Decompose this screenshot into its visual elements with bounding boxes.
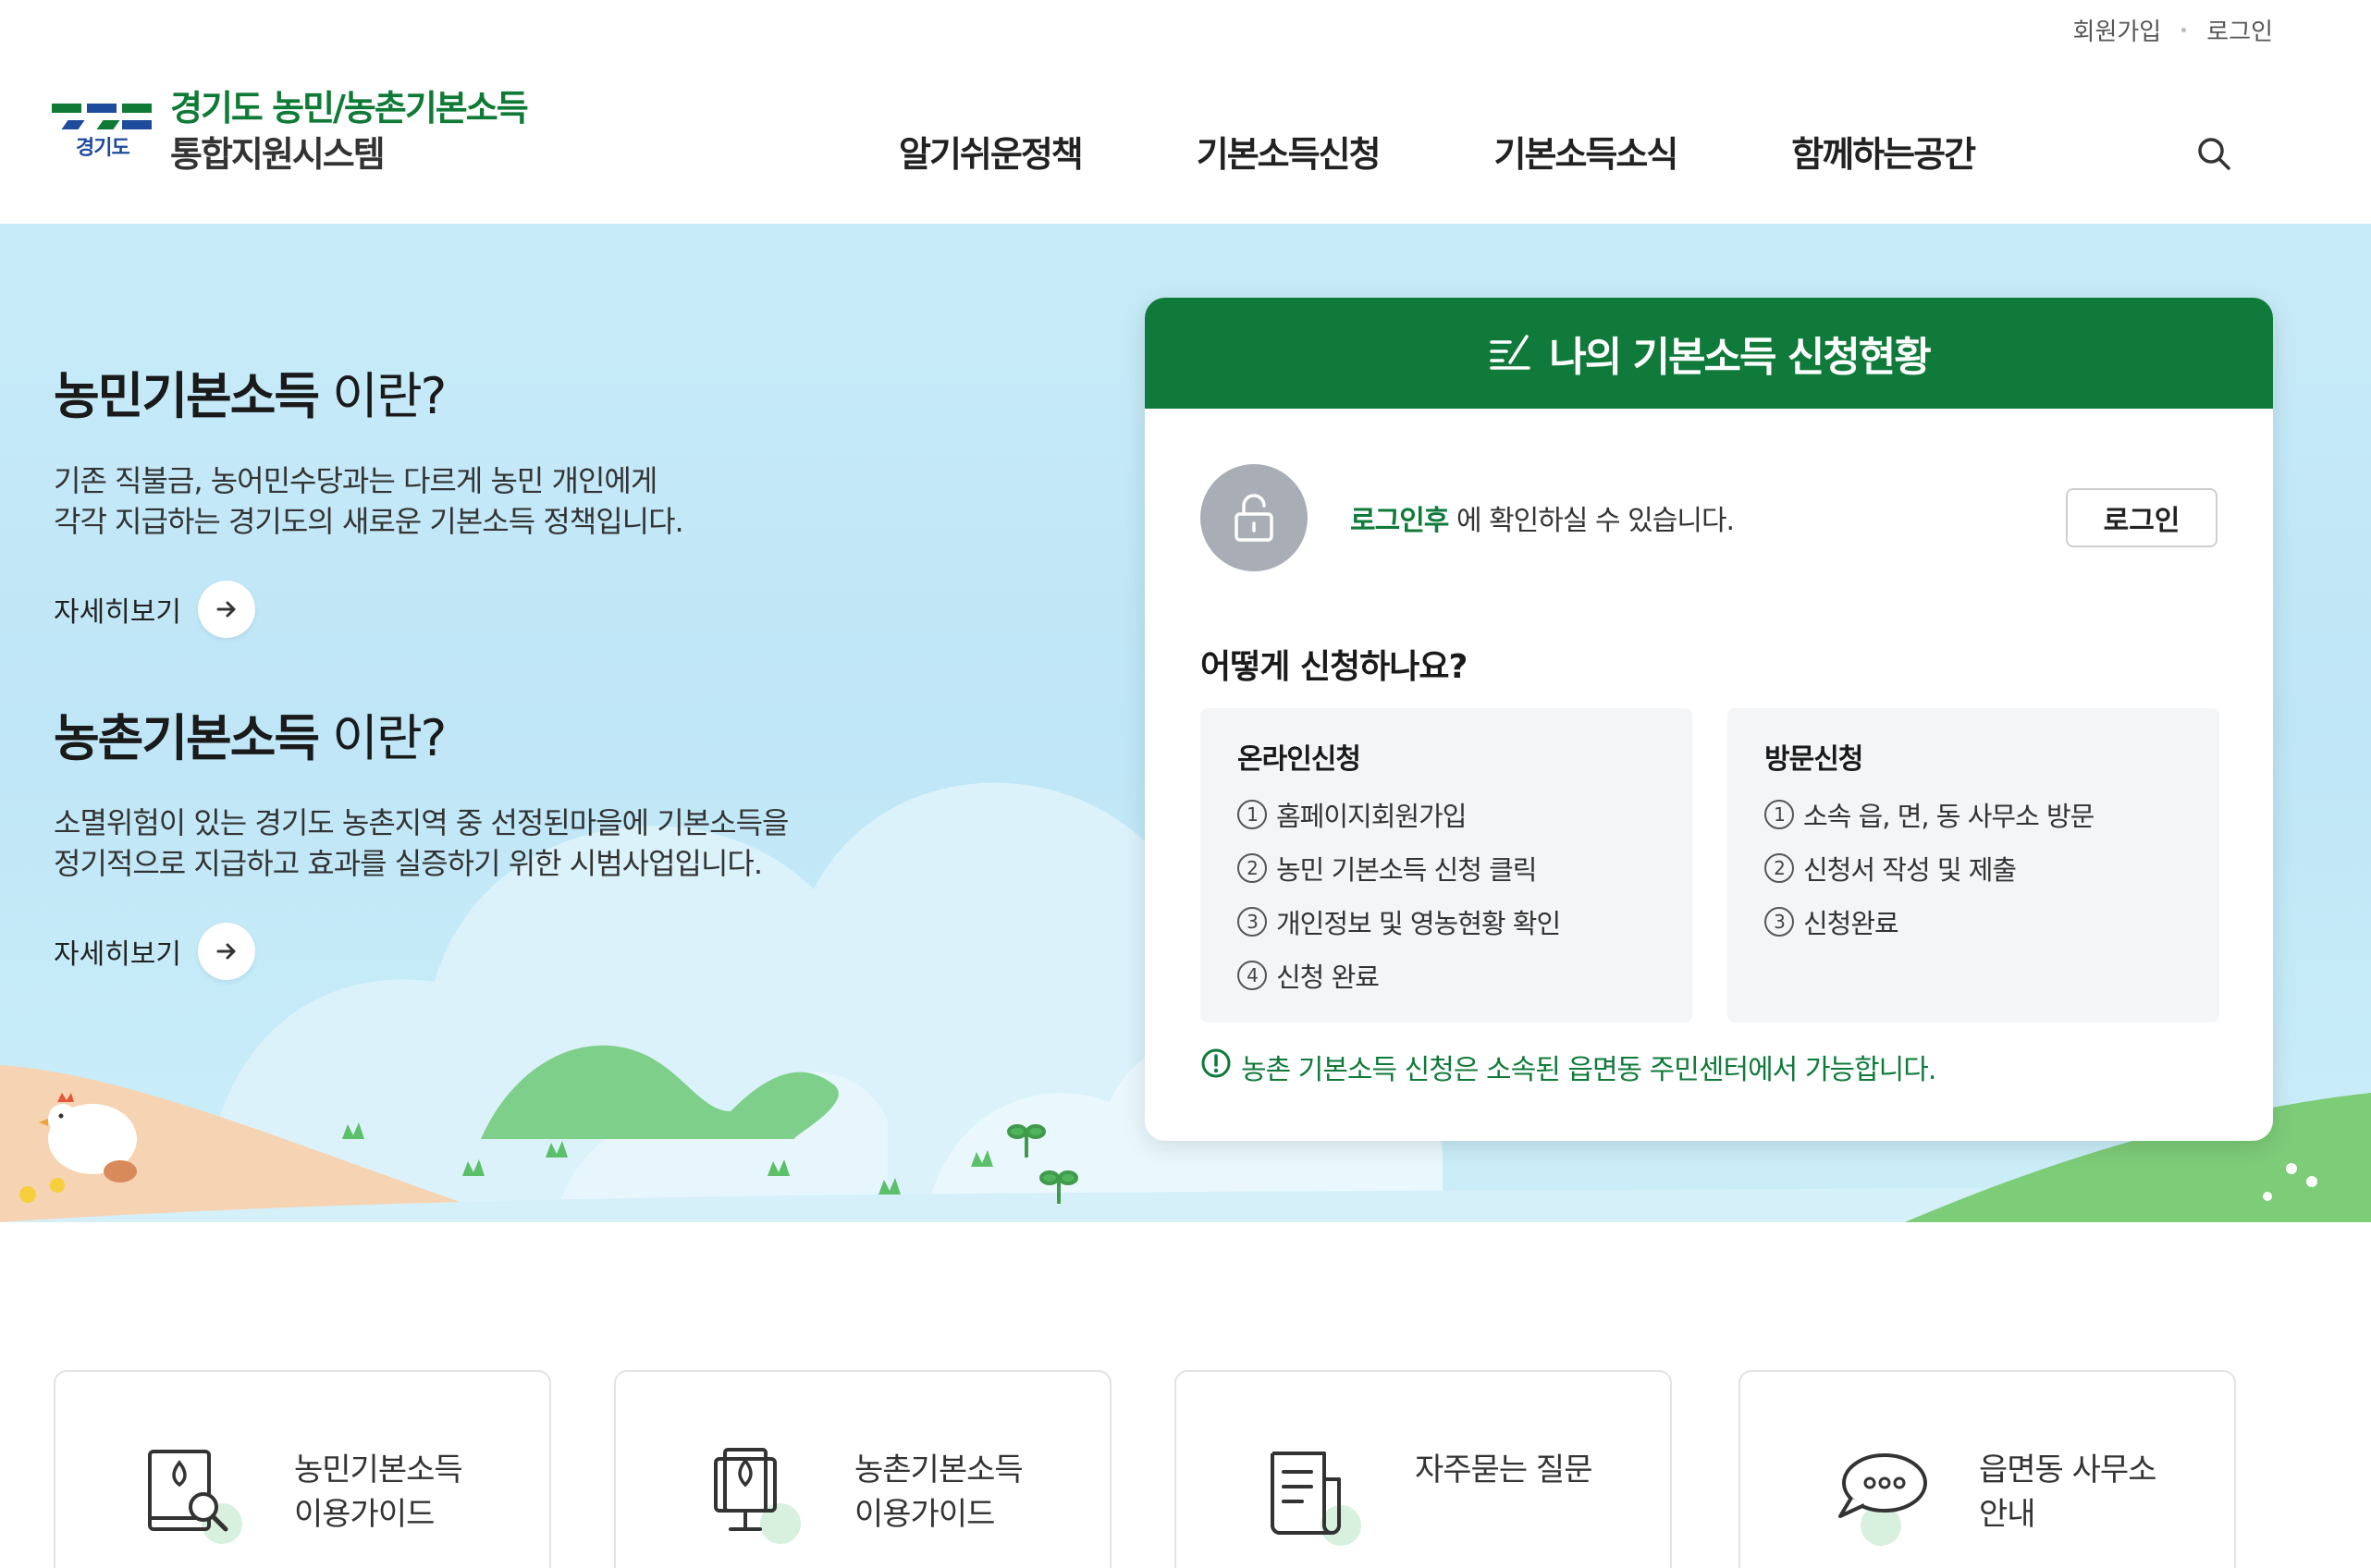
card-faq[interactable]: 자주묻는 질문 <box>1174 1370 1672 1568</box>
card-label-line2: 안내 <box>1979 1496 2036 1533</box>
main-nav: 알기쉬운정책 기본소득신청 기본소득소식 함께하는공간 <box>899 126 1976 177</box>
site-logo[interactable]: 경기도 경기도 농민/농촌기본소득 통합지원시스템 <box>52 85 529 178</box>
step-text: 신청 완료 <box>1276 962 1380 993</box>
card-label-line1: 농민기본소득 <box>294 1452 463 1488</box>
nav-policy[interactable]: 알기쉬운정책 <box>899 126 1084 177</box>
rural-income-title-suffix: 이란? <box>318 709 447 767</box>
panel-login-button[interactable]: 로그인 <box>2066 488 2217 547</box>
card-label-line1: 농촌기본소득 <box>854 1452 1024 1488</box>
rural-desc-line1: 소멸위험이 있는 경기도 농촌지역 중 선정된마을에 기본소득을 <box>54 805 789 840</box>
card-label: 농촌기본소득 이용가이드 <box>854 1448 1024 1537</box>
step-number: 2 <box>1764 853 1794 883</box>
online-step: 2 농민 기본소득 신청 클릭 <box>1237 841 1655 895</box>
online-step: 1 홈페이지회원가입 <box>1237 788 1655 841</box>
farmer-income-description: 기존 직불금, 농어민수당과는 다르게 농민 개인에게 각각 지급하는 경기도의… <box>54 460 684 542</box>
online-step: 3 개인정보 및 영농현황 확인 <box>1237 895 1655 949</box>
list-edit-icon <box>1488 331 1532 375</box>
login-message-highlight: 로그인후 <box>1350 505 1449 537</box>
card-label: 농민기본소득 이용가이드 <box>294 1448 463 1537</box>
card-label-line1: 읍면동 사무소 <box>1979 1452 2156 1488</box>
logo-title-line1: 경기도 농민/농촌기본소득 <box>170 88 529 129</box>
step-number: 3 <box>1764 907 1794 937</box>
online-application-box: 온라인신청 1 홈페이지회원가입 2 농민 기본소득 신청 클릭 3 개인정보 및 영… <box>1200 708 1692 1023</box>
rural-income-description: 소멸위험이 있는 경기도 농촌지역 중 선정된마을에 기본소득을 정기적으로 지… <box>54 802 789 884</box>
rural-income-title: 농촌기본소득 <box>54 709 320 767</box>
monitor-leaf-icon <box>706 1446 808 1548</box>
step-text: 농민 기본소득 신청 클릭 <box>1276 854 1537 886</box>
step-number: 1 <box>1237 800 1267 829</box>
card-label-line1: 자주묻는 질문 <box>1415 1452 1592 1488</box>
how-to-apply-title: 어떻게 신청하나요? <box>1200 648 1468 686</box>
step-number: 3 <box>1237 907 1267 937</box>
farmer-income-intro: 농민기본소득 이란? 기존 직불금, 농어민수당과는 다르게 농민 개인에게 각… <box>54 364 684 638</box>
nav-apply[interactable]: 기본소득신청 <box>1197 126 1382 177</box>
card-label-line2: 이용가이드 <box>294 1496 435 1533</box>
card-rural-guide[interactable]: 농촌기본소득 이용가이드 <box>614 1370 1112 1568</box>
visit-step: 2 신청서 작성 및 제출 <box>1764 841 2182 895</box>
step-text: 신청서 작성 및 제출 <box>1803 854 2017 886</box>
emblem-text: 경기도 <box>76 137 130 160</box>
exclamation-circle-icon <box>1200 1047 1232 1086</box>
step-text: 개인정보 및 영농현황 확인 <box>1276 908 1561 939</box>
step-text: 홈페이지회원가입 <box>1276 801 1467 832</box>
logo-text: 경기도 농민/농촌기본소득 통합지원시스템 <box>170 85 529 178</box>
card-label: 자주묻는 질문 <box>1415 1448 1592 1492</box>
visit-application-box: 방문신청 1 소속 읍, 면, 동 사무소 방문 2 신청서 작성 및 제출 3 신청… <box>1727 708 2219 1023</box>
rural-notice: 농촌 기본소득 신청은 소속된 읍면동 주민센터에서 가능합니다. <box>1200 1047 1936 1087</box>
nav-news[interactable]: 기본소득소식 <box>1494 126 1679 177</box>
card-label: 읍면동 사무소 안내 <box>1979 1448 2156 1537</box>
login-row: 로그인후 에 확인하실 수 있습니다. 로그인 <box>1200 464 2217 571</box>
search-icon[interactable] <box>2195 135 2232 172</box>
gyeonggi-emblem-icon: 경기도 <box>52 85 154 168</box>
farmer-income-heading: 농민기본소득 이란? <box>54 364 683 429</box>
card-office-info[interactable]: 읍면동 사무소 안내 <box>1738 1370 2236 1568</box>
top-links: 회원가입 로그인 <box>2073 13 2273 47</box>
visit-step: 3 신청완료 <box>1764 895 2182 949</box>
step-number: 1 <box>1764 800 1794 829</box>
farmer-more-label: 자세히보기 <box>54 596 181 629</box>
farmer-income-title-suffix: 이란? <box>318 367 447 425</box>
logo-title-line2: 통합지원시스템 <box>170 134 386 175</box>
farmer-more-link[interactable]: 자세히보기 <box>54 581 683 638</box>
arrow-right-icon[interactable] <box>198 581 255 638</box>
rural-income-intro: 농촌기본소득 이란? 소멸위험이 있는 경기도 농촌지역 중 선정된마을에 기본… <box>54 706 789 980</box>
online-step: 4 신청 완료 <box>1237 949 1655 1002</box>
panel-header: 나의 기본소득 신청현황 <box>1145 298 2273 409</box>
farmer-income-title: 농민기본소득 <box>54 367 320 425</box>
login-link[interactable]: 로그인 <box>2206 13 2273 47</box>
step-number: 4 <box>1237 961 1267 990</box>
unlock-icon <box>1200 464 1308 571</box>
arrow-right-icon[interactable] <box>198 923 255 980</box>
book-search-icon <box>146 1446 248 1548</box>
step-text: 신청완료 <box>1803 908 1899 939</box>
online-application-title: 온라인신청 <box>1237 743 1361 776</box>
rural-more-link[interactable]: 자세히보기 <box>54 923 788 980</box>
rural-income-heading: 농촌기본소득 이란? <box>54 706 788 771</box>
nav-community[interactable]: 함께하는공간 <box>1791 126 1976 177</box>
separator-dot <box>2181 28 2187 32</box>
signup-link[interactable]: 회원가입 <box>2073 13 2162 47</box>
step-number: 2 <box>1237 853 1267 883</box>
rural-notice-text: 농촌 기본소득 신청은 소속된 읍면동 주민센터에서 가능합니다. <box>1241 1054 1936 1086</box>
visit-application-title: 방문신청 <box>1764 743 1863 776</box>
document-icon <box>1267 1446 1369 1548</box>
rural-desc-line2: 정기적으로 지급하고 효과를 실증하기 위한 시범사업입니다. <box>54 846 763 881</box>
login-message: 로그인후 에 확인하실 수 있습니다. <box>1350 497 1735 538</box>
card-farmer-guide[interactable]: 농민기본소득 이용가이드 <box>54 1370 551 1568</box>
card-label-line2: 이용가이드 <box>854 1496 995 1533</box>
chat-bubble-icon <box>1831 1446 1933 1548</box>
farmer-desc-line1: 기존 직불금, 농어민수당과는 다르게 농민 개인에게 <box>54 463 657 498</box>
application-status-panel: 나의 기본소득 신청현황 로그인후 에 확인하실 수 있습니다. 로그인 어떻게… <box>1145 298 2273 1141</box>
panel-title: 나의 기본소득 신청현황 <box>1549 334 1931 381</box>
rural-more-label: 자세히보기 <box>54 938 181 971</box>
visit-step: 1 소속 읍, 면, 동 사무소 방문 <box>1764 788 2182 841</box>
step-text: 소속 읍, 면, 동 사무소 방문 <box>1803 801 2095 832</box>
login-message-text: 에 확인하실 수 있습니다. <box>1448 505 1735 537</box>
farmer-desc-line2: 각각 지급하는 경기도의 새로운 기본소득 정책입니다. <box>54 504 684 539</box>
